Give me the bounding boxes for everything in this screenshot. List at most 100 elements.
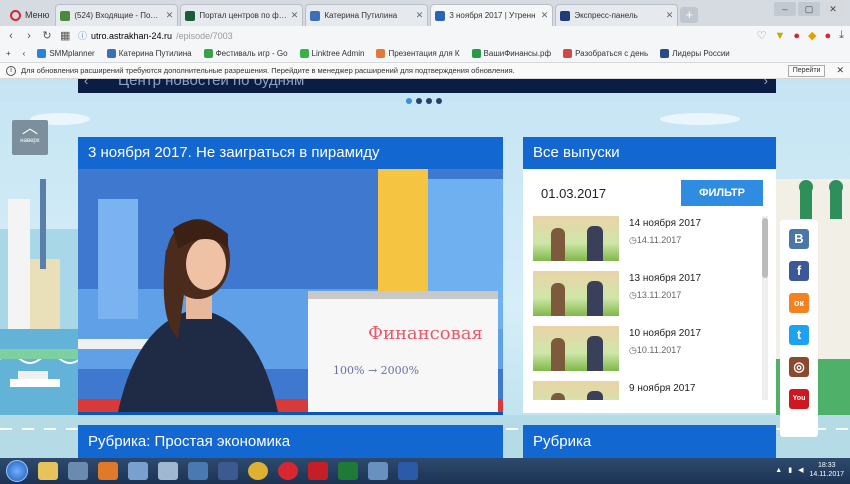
slider-next-icon[interactable]: ›: [764, 79, 768, 87]
tab-current-episode[interactable]: 3 ноября 2017 | Утренн ✕: [430, 4, 554, 26]
app-icon[interactable]: [158, 462, 178, 480]
web-page: ‹ Центр новостей по будням › ︿ наверх 3 …: [0, 79, 850, 458]
url-field[interactable]: ⓘ utro.astrakhan-24.ru/episode/7003: [78, 29, 749, 42]
close-infobar-icon[interactable]: ✕: [836, 65, 844, 76]
bowtie-icon[interactable]: [218, 462, 238, 480]
extension-icon[interactable]: ●: [793, 30, 800, 42]
reload-icon[interactable]: ↻: [42, 29, 52, 42]
mail-icon: [60, 10, 71, 21]
issues-scrollbar[interactable]: [762, 216, 768, 400]
bookmark-item[interactable]: Фестиваль игр - Go: [203, 49, 288, 58]
bookmark-label: ВашиФинансы.рф: [483, 49, 552, 58]
vk-icon[interactable]: В: [789, 229, 809, 249]
video-player[interactable]: Финансовая 100% → 2000%: [78, 169, 503, 412]
instagram-icon[interactable]: ◎: [789, 357, 809, 377]
list-item[interactable]: 10 ноября 2017 ◷10.11.2017: [533, 326, 758, 381]
go-button[interactable]: Перейти: [787, 64, 826, 77]
twitter-icon[interactable]: t: [789, 325, 809, 345]
bookmark-item[interactable]: ВашиФинансы.рф: [471, 49, 552, 58]
tab-speed-dial[interactable]: Экспресс-панель ✕: [555, 4, 679, 26]
odnoklassniki-icon[interactable]: ок: [789, 293, 809, 313]
episode-thumbnail[interactable]: [533, 216, 619, 261]
media-player-icon[interactable]: [68, 462, 88, 480]
list-item[interactable]: 14 ноября 2017 ◷14.11.2017: [533, 216, 758, 271]
forward-arrow-icon[interactable]: ›: [24, 30, 34, 42]
download-icon[interactable]: ⤓: [839, 29, 844, 42]
opera-menu-button[interactable]: Меню: [4, 4, 55, 26]
vpn-icon[interactable]: ▼: [774, 30, 785, 42]
clock[interactable]: 18:33 14.11.2017: [809, 461, 844, 479]
list-item[interactable]: 9 ноября 2017: [533, 381, 758, 400]
grid-icon[interactable]: ▦: [60, 29, 70, 42]
close-tab-icon[interactable]: ✕: [541, 10, 549, 21]
excel-icon[interactable]: [338, 462, 358, 480]
app-icon[interactable]: [368, 462, 388, 480]
list-item[interactable]: 13 ноября 2017 ◷13.11.2017: [533, 271, 758, 326]
maximize-button[interactable]: ▢: [798, 2, 820, 16]
facebook-icon[interactable]: f: [789, 261, 809, 281]
youtube-icon[interactable]: You: [789, 389, 809, 409]
slider-dot[interactable]: [436, 98, 442, 104]
slider-dot[interactable]: [406, 98, 412, 104]
bookmark-icon: [660, 49, 670, 58]
close-tab-icon[interactable]: ✕: [666, 10, 674, 21]
bookmark-item[interactable]: Катерина Путилина: [106, 49, 192, 58]
tab-profile[interactable]: Катерина Путилина ✕: [305, 4, 429, 26]
episode-title[interactable]: 13 ноября 2017: [629, 273, 701, 284]
slider-prev-icon[interactable]: ‹: [84, 79, 88, 87]
back-arrow-icon[interactable]: ‹: [6, 30, 16, 42]
tab-mail[interactable]: (524) Входящие - Почта Ма ✕: [55, 4, 179, 26]
opera-icon[interactable]: [278, 462, 298, 480]
network-icon[interactable]: ▮: [788, 466, 792, 474]
paint-icon[interactable]: [128, 462, 148, 480]
close-tab-icon[interactable]: ✕: [166, 10, 174, 21]
volume-icon[interactable]: ◀: [798, 466, 803, 474]
bookmark-item[interactable]: Презентация для К: [376, 49, 460, 58]
extension-icon[interactable]: ◆: [808, 29, 816, 42]
bookmark-arrow-icon[interactable]: ‹: [23, 49, 26, 58]
date-filter-input[interactable]: [533, 180, 671, 206]
minimize-button[interactable]: –: [774, 2, 796, 16]
media-icon[interactable]: [98, 462, 118, 480]
start-button[interactable]: [6, 460, 28, 482]
filter-button[interactable]: ФИЛЬТР: [681, 180, 763, 206]
rubric-heading-right: Рубрика: [523, 425, 776, 458]
bookmark-item[interactable]: SMMplanner: [37, 49, 95, 58]
heart-icon[interactable]: ♡: [757, 29, 767, 42]
news-slider[interactable]: ‹ Центр новостей по будням ›: [78, 79, 776, 93]
issues-title: Все выпуски: [523, 137, 776, 169]
tray-icon[interactable]: ▲: [775, 467, 782, 474]
slider-dot[interactable]: [416, 98, 422, 104]
bookmark-label: Катерина Путилина: [118, 49, 192, 58]
scroll-to-top-button[interactable]: ︿ наверх: [12, 120, 48, 155]
bookmark-item[interactable]: Linktree Admin: [299, 49, 364, 58]
tab-title: Катерина Путилина: [324, 11, 398, 20]
tab-finance-portal[interactable]: Портал центров по фина ✕: [180, 4, 304, 26]
scrollbar-thumb[interactable]: [762, 218, 768, 278]
opera-icon[interactable]: [308, 462, 328, 480]
pen-icon[interactable]: [188, 462, 208, 480]
new-tab-button[interactable]: +: [680, 7, 699, 23]
bookmark-item[interactable]: Разобраться с день: [563, 49, 648, 58]
close-tab-icon[interactable]: ✕: [291, 10, 299, 21]
episode-thumbnail[interactable]: [533, 326, 619, 371]
chrome-icon[interactable]: [248, 462, 268, 480]
slider-dot[interactable]: [426, 98, 432, 104]
episode-title[interactable]: 14 ноября 2017: [629, 218, 701, 229]
episode-title[interactable]: 10 ноября 2017: [629, 328, 701, 339]
add-bookmark-icon[interactable]: +: [6, 49, 11, 58]
bookmark-item[interactable]: Лидеры России: [660, 49, 730, 58]
speed-dial-icon: [560, 10, 571, 21]
explorer-icon[interactable]: [38, 462, 58, 480]
word-icon[interactable]: [398, 462, 418, 480]
site-info-icon[interactable]: ⓘ: [78, 29, 87, 42]
close-window-button[interactable]: ✕: [822, 2, 844, 16]
episode-thumbnail[interactable]: [533, 271, 619, 316]
episode-date: ◷13.11.2017: [629, 290, 682, 300]
slider-dots: [406, 98, 442, 104]
extension-icon[interactable]: ●: [824, 30, 831, 42]
episode-title[interactable]: 9 ноября 2017: [629, 383, 695, 394]
close-tab-icon[interactable]: ✕: [416, 10, 424, 21]
episode-thumbnail[interactable]: [533, 381, 619, 400]
tab-bar: Меню (524) Входящие - Почта Ма ✕ Портал …: [0, 0, 850, 26]
